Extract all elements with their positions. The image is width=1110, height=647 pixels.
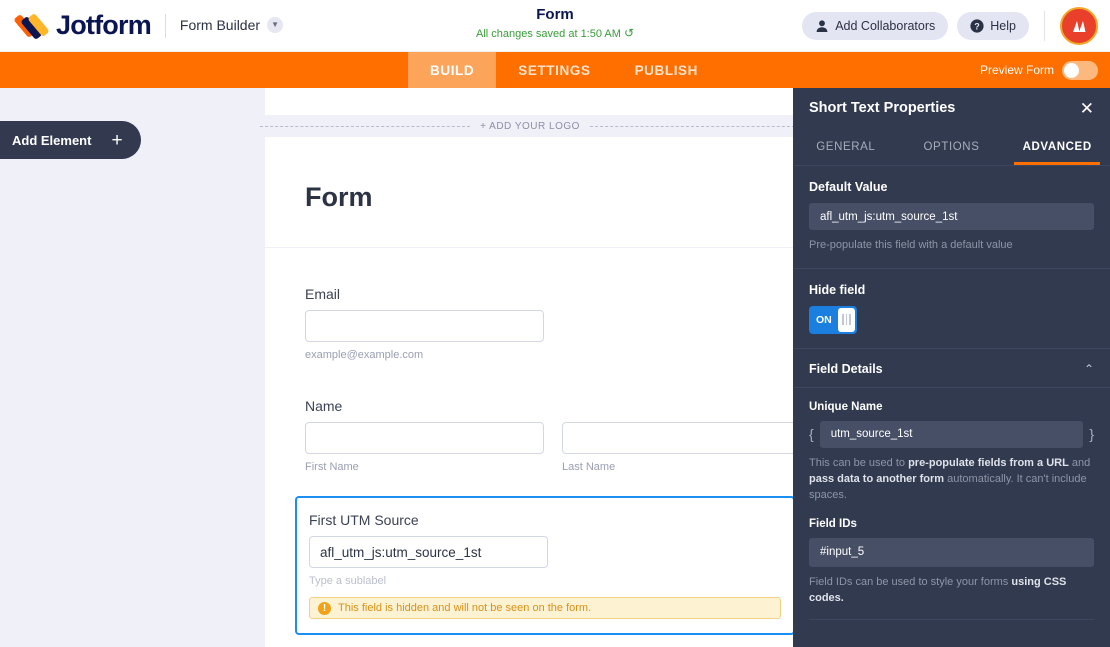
tab-publish[interactable]: PUBLISH xyxy=(613,52,720,88)
email-sublabel: example@example.com xyxy=(305,349,424,361)
panel-tabs: GENERAL OPTIONS ADVANCED xyxy=(793,128,1110,166)
actions-divider xyxy=(1044,11,1045,41)
brace-open: { xyxy=(809,426,814,443)
top-header: Jotform Form Builder ▼ Form All changes s… xyxy=(0,0,1110,52)
toggle-knob-grip xyxy=(837,307,855,332)
jotform-form-builder: Jotform Form Builder ▼ Form All changes s… xyxy=(0,0,1110,647)
preview-form-label: Preview Form xyxy=(979,63,1054,77)
unique-name-help-b1: pre-populate fields from a URL xyxy=(908,456,1069,469)
add-collaborators-label: Add Collaborators xyxy=(835,19,936,33)
field-ids-help: Field IDs can be used to style your form… xyxy=(809,575,1094,607)
utm-sublabel-placeholder[interactable]: Type a sublabel xyxy=(309,575,781,587)
default-value-label: Default Value xyxy=(809,180,888,194)
field-ids-input[interactable] xyxy=(809,537,1094,567)
chevron-down-icon: ▼ xyxy=(267,17,284,34)
field-details-body: Unique Name { } This can be used to pre-… xyxy=(793,388,1110,620)
warning-text: This field is hidden and will not be see… xyxy=(338,602,592,614)
form-field-first-utm-source[interactable]: First UTM Source Type a sublabel ! This … xyxy=(295,496,793,635)
default-value-input[interactable] xyxy=(809,203,1094,230)
panel-tab-general[interactable]: GENERAL xyxy=(793,128,899,165)
question-circle-icon: ? xyxy=(970,19,984,33)
form-header-block[interactable]: Form xyxy=(265,146,793,248)
add-logo-row[interactable]: + ADD YOUR LOGO xyxy=(260,115,793,137)
email-input[interactable] xyxy=(305,310,544,342)
brand-name: Jotform xyxy=(56,10,152,40)
panel-title: Short Text Properties xyxy=(809,100,956,116)
add-element-label: Add Element xyxy=(12,132,92,148)
avatar-glyph xyxy=(1073,21,1086,32)
brand-area[interactable]: Jotform Form Builder ▼ xyxy=(0,10,284,41)
default-value-help: Pre-populate this field with a default v… xyxy=(809,239,1013,251)
builder-navbar: BUILD SETTINGS PUBLISH Preview Form xyxy=(0,52,1110,88)
dashed-line-right xyxy=(589,125,793,127)
help-button[interactable]: ? Help xyxy=(957,12,1029,40)
panel-header: Short Text Properties ✕ xyxy=(793,88,1110,128)
form-builder-menu[interactable]: Form Builder ▼ xyxy=(179,16,284,35)
default-value-section: Default Value Pre-populate this field wi… xyxy=(793,166,1110,269)
first-name-column: First Name xyxy=(305,422,544,473)
field-details-header[interactable]: Field Details ⌃ xyxy=(793,349,1110,388)
undo-icon[interactable]: ↺ xyxy=(624,26,634,40)
tab-settings[interactable]: SETTINGS xyxy=(496,52,612,88)
panel-tab-options[interactable]: OPTIONS xyxy=(899,128,1005,165)
person-icon xyxy=(815,19,829,33)
help-label: Help xyxy=(990,19,1016,33)
warning-icon: ! xyxy=(318,601,331,615)
svg-text:?: ? xyxy=(975,21,981,31)
name-label: Name xyxy=(305,398,343,414)
last-name-input[interactable] xyxy=(562,422,793,454)
header-actions: Add Collaborators ? Help xyxy=(802,0,1110,52)
utm-input[interactable] xyxy=(309,536,548,568)
hide-field-section: Hide field ON xyxy=(793,269,1110,349)
field-details-divider xyxy=(809,618,1094,620)
properties-panel: Short Text Properties ✕ GENERAL OPTIONS … xyxy=(793,88,1110,647)
preview-form-toggle[interactable] xyxy=(1062,60,1098,80)
save-status-text: All changes saved at 1:50 AM xyxy=(476,28,621,40)
header-divider xyxy=(164,13,166,38)
add-collaborators-button[interactable]: Add Collaborators xyxy=(802,12,949,40)
dashed-line-left xyxy=(260,125,471,127)
add-element-button[interactable]: Add Element + xyxy=(0,121,141,159)
preview-form-control: Preview Form xyxy=(980,52,1110,88)
first-name-input[interactable] xyxy=(305,422,544,454)
unique-name-help-p2: and xyxy=(1068,456,1091,469)
unique-name-label: Unique Name xyxy=(809,400,883,413)
name-inputs-row: First Name Last Name xyxy=(305,422,793,473)
form-field-name[interactable]: Name First Name Last Name xyxy=(305,398,793,473)
tab-build[interactable]: BUILD xyxy=(408,52,497,88)
unique-name-help-b2: pass data to another form xyxy=(809,472,945,485)
unique-name-row: { } xyxy=(809,420,1094,448)
brace-close: } xyxy=(1089,426,1094,443)
hide-field-toggle[interactable]: ON xyxy=(809,305,857,334)
unique-name-help: This can be used to pre-populate fields … xyxy=(809,456,1094,504)
unique-name-input[interactable] xyxy=(819,420,1084,448)
first-name-sublabel: First Name xyxy=(305,461,359,473)
email-label: Email xyxy=(305,286,341,302)
jotform-logo-icon xyxy=(13,12,50,40)
toggle-knob xyxy=(1064,62,1079,78)
field-ids-label: Field IDs xyxy=(809,517,857,530)
panel-tab-advanced[interactable]: ADVANCED xyxy=(1004,128,1110,165)
form-builder-label: Form Builder xyxy=(179,16,261,33)
unique-name-help-p1: This can be used to xyxy=(809,456,909,469)
add-logo-label: + ADD YOUR LOGO xyxy=(480,120,580,132)
field-ids-help-p1: Field IDs can be used to style your form… xyxy=(809,575,1012,588)
close-icon[interactable]: ✕ xyxy=(1080,100,1094,117)
field-details-label: Field Details xyxy=(809,361,883,376)
last-name-sublabel: Last Name xyxy=(562,461,616,473)
form-heading: Form xyxy=(305,182,373,212)
chevron-up-icon[interactable]: ⌃ xyxy=(1084,362,1094,376)
utm-label: First UTM Source xyxy=(309,512,419,528)
last-name-column: Last Name xyxy=(562,422,793,473)
form-field-email[interactable]: Email example@example.com xyxy=(305,286,544,361)
hidden-field-warning: ! This field is hidden and will not be s… xyxy=(309,597,781,619)
avatar[interactable] xyxy=(1060,7,1098,45)
form-preview-card: + ADD YOUR LOGO Form Email example@examp… xyxy=(260,88,793,647)
hide-field-label: Hide field xyxy=(809,282,866,297)
hide-field-toggle-state: ON xyxy=(816,313,832,326)
form-canvas: Add Element + + ADD YOUR LOGO Form Email… xyxy=(0,88,793,647)
plus-icon: + xyxy=(111,129,123,151)
